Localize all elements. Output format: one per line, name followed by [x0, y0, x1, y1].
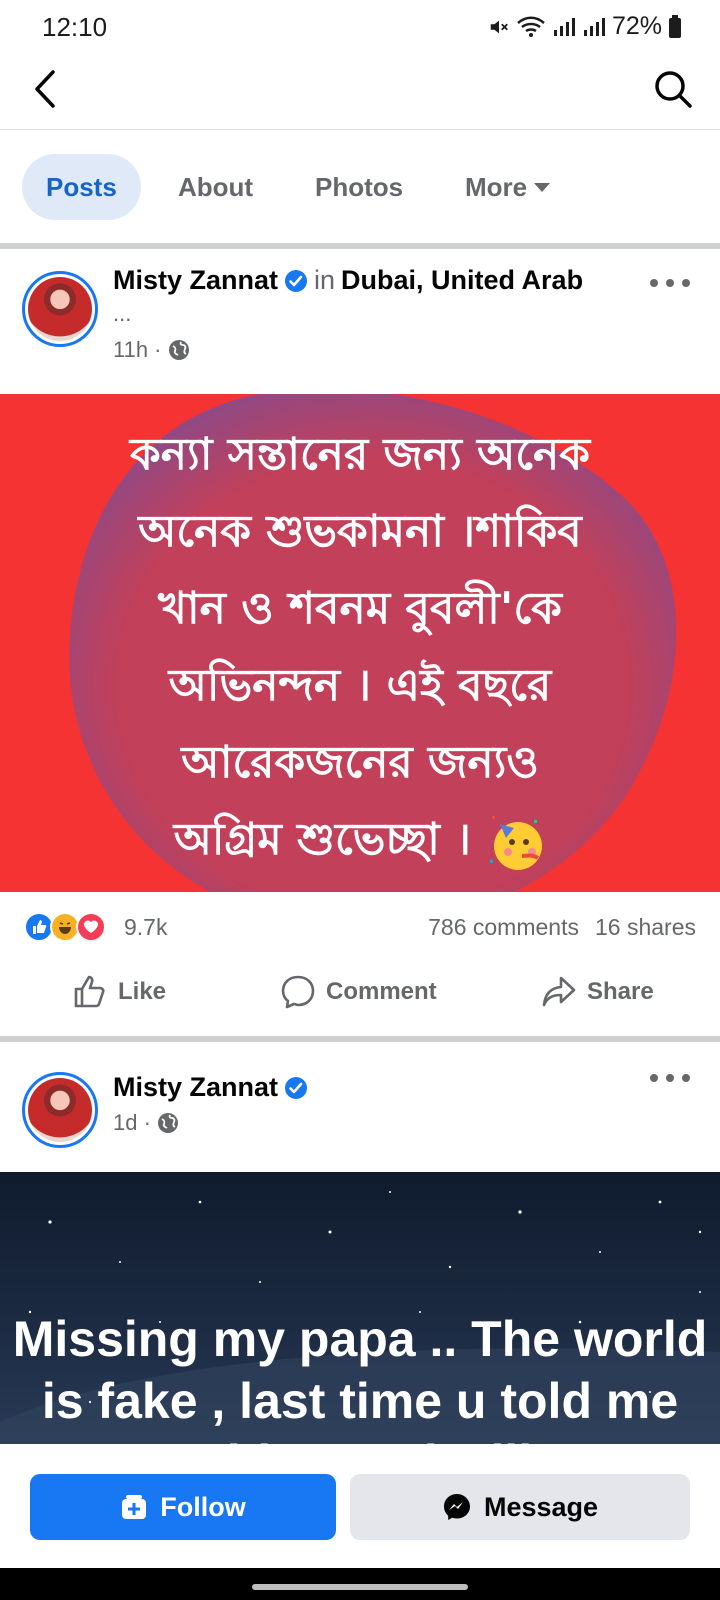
post-image[interactable]: Missing my papa .. The world is fake , l…: [0, 1172, 720, 1444]
image-text-line: আরেকজনের জন্যও: [181, 737, 539, 788]
follow-label: Follow: [160, 1491, 246, 1522]
author-name[interactable]: Misty Zannat: [113, 1072, 278, 1103]
tab-more[interactable]: More: [441, 154, 575, 220]
caret-down-icon: [534, 183, 551, 192]
comment-label: Comment: [326, 978, 437, 1005]
tab-about[interactable]: About: [154, 154, 277, 220]
globe-icon: [168, 340, 189, 360]
battery-icon: [669, 14, 681, 38]
status-time: 12:10: [42, 12, 108, 42]
comment-count[interactable]: 786 comments: [428, 914, 579, 941]
image-text-line-with-emoji: অগ্রিম শুভেচ্ছা ।: [20, 801, 700, 878]
thumbs-up-icon: [74, 975, 105, 1008]
follow-button[interactable]: Follow: [30, 1474, 336, 1540]
image-text-line: অভিনন্দন । এই বছরে: [168, 660, 552, 711]
post-header: Misty Zannat in Dubai, United Arab ... 1…: [0, 249, 720, 394]
battery-percent: 72%: [611, 12, 662, 40]
comment-button[interactable]: Comment: [280, 974, 437, 1010]
post-image[interactable]: কন্যা সন্তানের জন্য অনেক অনেক শুভকামনা ।…: [0, 394, 720, 892]
avatar[interactable]: [22, 1072, 98, 1148]
image-text-line: অগ্রিম শুভেচ্ছা ।: [173, 814, 471, 865]
author-name[interactable]: Misty Zannat: [113, 265, 278, 296]
signal-icon: [583, 17, 605, 36]
status-icons: 72%: [488, 12, 682, 41]
post-author-line: Misty Zannat in Dubai, United Arab: [113, 265, 583, 296]
reactions-summary[interactable]: 9.7k 786 comments 16 shares: [0, 892, 720, 962]
truncation-ellipsis: ...: [113, 301, 132, 326]
post-more-button[interactable]: [650, 1068, 690, 1088]
post-time[interactable]: 1d ·: [113, 1110, 151, 1136]
avatar[interactable]: [22, 271, 98, 347]
globe-icon: [157, 1113, 178, 1133]
tab-photos[interactable]: Photos: [291, 154, 427, 220]
follow-add-icon: [122, 1495, 147, 1519]
search-icon: [655, 71, 692, 108]
image-text-line: কন্যা সন্তানের জন্য অনেক: [129, 429, 591, 480]
reaction-icons: [24, 912, 106, 942]
post-meta: 1d ·: [113, 1110, 179, 1136]
share-button[interactable]: Share: [541, 974, 654, 1010]
profile-action-bar: Follow Message: [0, 1444, 720, 1568]
app-header: [0, 52, 720, 130]
chevron-left-icon: [35, 70, 55, 108]
post-location[interactable]: Dubai, United Arab: [341, 265, 583, 296]
post-actions: Like Comment Share: [0, 968, 720, 1036]
post-header: Misty Zannat 1d ·: [0, 1042, 720, 1172]
profile-tabs: Posts About Photos More: [0, 131, 720, 243]
post-image-text: কন্যা সন্তানের জন্য অনেক অনেক শুভকামনা ।…: [20, 416, 700, 878]
comment-icon: [281, 975, 315, 1009]
like-button[interactable]: Like: [72, 974, 166, 1010]
wifi-icon: [517, 16, 545, 37]
search-button[interactable]: [650, 66, 696, 112]
status-bar: 12:10 72%: [0, 0, 720, 52]
back-button[interactable]: [22, 66, 68, 112]
message-label: Message: [483, 1491, 599, 1522]
system-nav-bar: [0, 1568, 720, 1600]
messenger-icon: [443, 1494, 470, 1520]
verified-badge-icon: [285, 269, 308, 292]
reaction-count[interactable]: 9.7k: [124, 914, 167, 941]
post-meta: 11h ·: [113, 337, 190, 363]
verified-badge-icon: [285, 1076, 308, 1099]
post-time[interactable]: 11h ·: [113, 337, 162, 363]
home-indicator[interactable]: [252, 1584, 468, 1590]
share-arrow-icon: [542, 976, 576, 1007]
love-reaction-icon: [76, 912, 106, 942]
tab-posts[interactable]: Posts: [22, 154, 141, 220]
share-count[interactable]: 16 shares: [595, 914, 696, 941]
share-label: Share: [587, 978, 654, 1005]
image-text-line: অনেক শুভকামনা ।শাকিব: [138, 506, 582, 557]
location-prefix: in: [314, 265, 336, 295]
mute-icon: [490, 20, 508, 33]
post-author-line: Misty Zannat: [113, 1072, 308, 1103]
tab-more-label: More: [465, 172, 528, 202]
message-button[interactable]: Message: [350, 1474, 690, 1540]
party-face-emoji-icon: [490, 816, 543, 870]
like-label: Like: [118, 978, 167, 1005]
post-image-text: Missing my papa .. The world is fake , l…: [12, 1311, 708, 1444]
image-text-line: খান ও শবনম বুবলী'কে: [158, 583, 562, 634]
post-more-button[interactable]: [650, 273, 690, 293]
signal-icon: [553, 17, 575, 36]
comments-shares: 786 comments 16 shares: [428, 914, 696, 941]
